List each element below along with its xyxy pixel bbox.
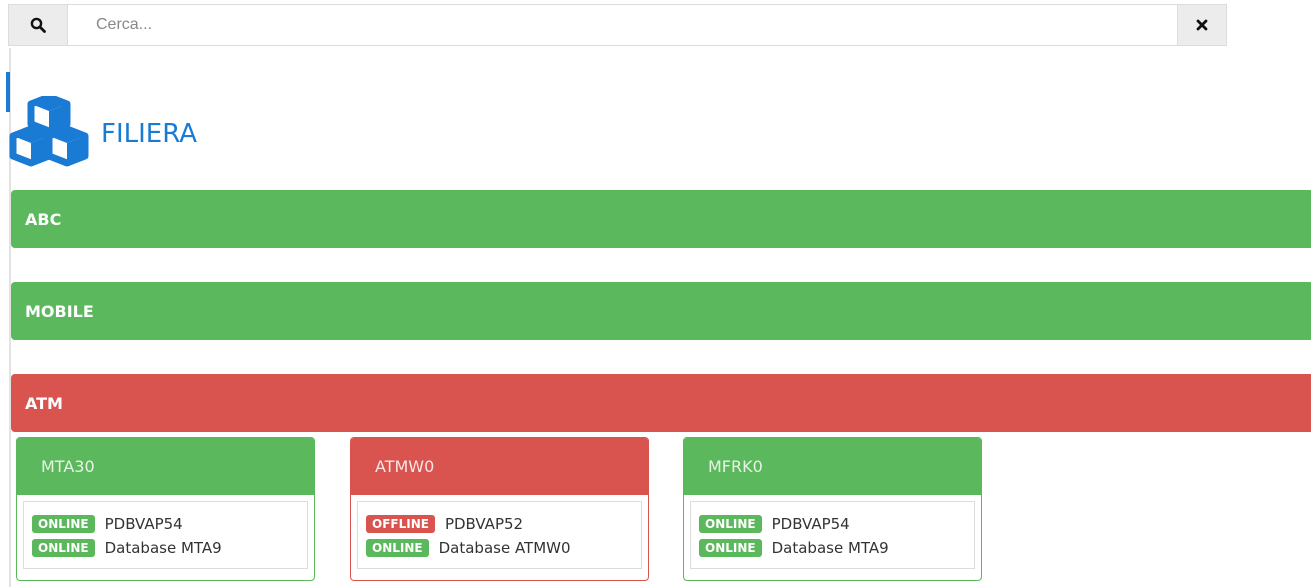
status-row: ONLINE Database MTA9: [699, 536, 974, 560]
status-row: OFFLINE PDBVAP52: [366, 512, 641, 536]
status-badge: OFFLINE: [366, 515, 435, 533]
card-title: MTA30: [41, 457, 95, 476]
card-title: MFRK0: [708, 457, 763, 476]
group-bar-mobile[interactable]: MOBILE: [11, 282, 1311, 340]
close-icon: [1196, 19, 1208, 31]
status-badge: ONLINE: [366, 539, 429, 557]
service-card-atmw0: ATMW0 OFFLINE PDBVAP52 ONLINE Database A…: [350, 437, 649, 581]
group-label: ABC: [25, 209, 62, 229]
status-badge: ONLINE: [32, 539, 95, 557]
status-label: PDBVAP54: [104, 515, 183, 533]
card-title: ATMW0: [375, 457, 435, 476]
card-body: ONLINE PDBVAP54 ONLINE Database MTA9: [23, 501, 308, 569]
status-label: Database ATMW0: [438, 539, 571, 557]
status-label: Database MTA9: [104, 539, 222, 557]
status-row: ONLINE Database ATMW0: [366, 536, 641, 560]
search-button[interactable]: [9, 5, 68, 45]
status-row: ONLINE Database MTA9: [32, 536, 307, 560]
status-label: Database MTA9: [771, 539, 889, 557]
page-heading: FILIERA: [9, 96, 197, 168]
status-label: PDBVAP52: [444, 515, 524, 533]
search-input[interactable]: [68, 5, 1177, 45]
group-bar-abc[interactable]: ABC: [11, 190, 1311, 248]
search-icon: [30, 17, 46, 33]
status-badge: ONLINE: [699, 539, 762, 557]
group-label: ATM: [25, 393, 63, 413]
service-card-mfrk0: MFRK0 ONLINE PDBVAP54 ONLINE Database MT…: [683, 437, 982, 581]
card-header[interactable]: MTA30: [17, 438, 314, 495]
card-body: OFFLINE PDBVAP52 ONLINE Database ATMW0: [357, 501, 642, 569]
status-row: ONLINE PDBVAP54: [32, 512, 307, 536]
status-badge: ONLINE: [32, 515, 95, 533]
card-body: ONLINE PDBVAP54 ONLINE Database MTA9: [690, 501, 975, 569]
service-card-mta30: MTA30 ONLINE PDBVAP54 ONLINE Database MT…: [16, 437, 315, 581]
card-header[interactable]: MFRK0: [684, 438, 981, 495]
search-bar: [8, 4, 1227, 46]
page-title: FILIERA: [101, 119, 198, 149]
status-row: ONLINE PDBVAP54: [699, 512, 974, 536]
status-badge: ONLINE: [699, 515, 762, 533]
status-label: PDBVAP54: [771, 515, 850, 533]
group-label: MOBILE: [25, 301, 94, 321]
cubes-icon: [9, 96, 89, 167]
group-bar-atm[interactable]: ATM: [11, 374, 1311, 432]
clear-search-button[interactable]: [1177, 5, 1226, 45]
card-header[interactable]: ATMW0: [351, 438, 648, 495]
